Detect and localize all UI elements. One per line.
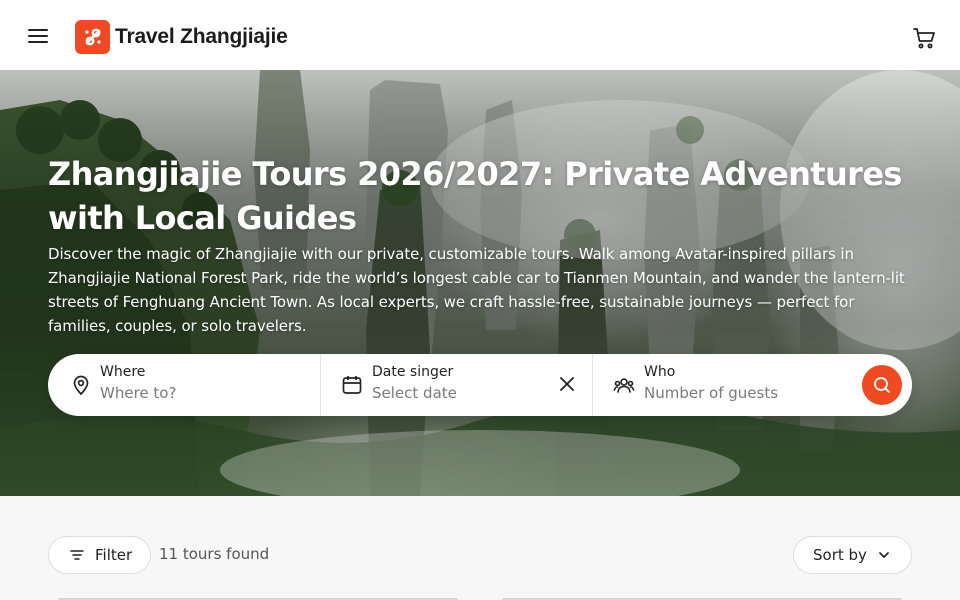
logo-mark-icon bbox=[75, 20, 110, 54]
map-pin-icon bbox=[70, 374, 92, 396]
hero-banner: Zhangjiajie Tours 2026/2027: Private Adv… bbox=[0, 70, 960, 496]
search-button[interactable] bbox=[862, 365, 902, 405]
filter-button[interactable]: Filter bbox=[48, 536, 151, 574]
chevron-down-icon bbox=[879, 552, 889, 558]
guests-input[interactable]: Number of guests bbox=[644, 384, 778, 402]
hero-description: Discover the magic of Zhangjiajie with o… bbox=[48, 245, 905, 335]
filter-label: Filter bbox=[95, 546, 133, 564]
who-label: Who bbox=[644, 364, 676, 380]
results-toolbar: Filter 11 tours found Sort by bbox=[0, 496, 960, 600]
where-field[interactable]: Where Where to? bbox=[48, 354, 320, 416]
search-bar: Where Where to? Date singer Select date bbox=[48, 354, 912, 416]
date-label: Date singer bbox=[372, 364, 454, 380]
site-header: Travel Zhangjiajie bbox=[0, 0, 960, 70]
date-field[interactable]: Date singer Select date bbox=[320, 354, 592, 416]
where-input[interactable]: Where to? bbox=[100, 384, 176, 402]
brand-name: Travel Zhangjiajie bbox=[115, 25, 288, 48]
sort-label: Sort by bbox=[813, 546, 867, 564]
brand-logo[interactable]: Travel Zhangjiajie bbox=[75, 20, 288, 54]
hamburger-menu-icon[interactable] bbox=[26, 25, 50, 47]
sort-button[interactable]: Sort by bbox=[793, 536, 912, 574]
filter-icon bbox=[70, 550, 84, 560]
where-label: Where bbox=[100, 364, 146, 380]
users-icon bbox=[613, 374, 635, 396]
clear-date-icon[interactable] bbox=[557, 374, 577, 394]
search-icon bbox=[874, 377, 890, 393]
calendar-icon bbox=[341, 374, 363, 396]
results-count: 11 tours found bbox=[159, 545, 270, 563]
page-title: Zhangjiajie Tours 2026/2027: Private Adv… bbox=[48, 155, 902, 237]
date-input[interactable]: Select date bbox=[372, 384, 457, 402]
shopping-cart-icon[interactable] bbox=[911, 25, 937, 51]
